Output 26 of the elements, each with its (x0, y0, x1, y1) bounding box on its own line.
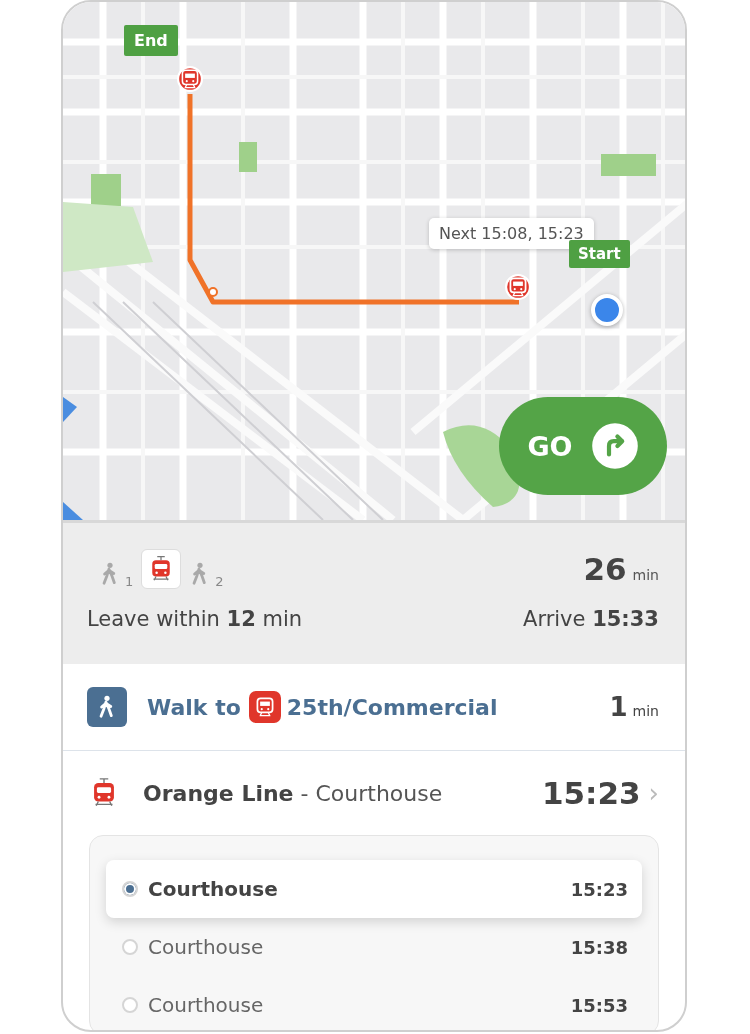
duration-unit: min (632, 567, 659, 583)
radio-button[interactable] (122, 997, 138, 1013)
departure-time: 15:23 (541, 775, 641, 811)
start-pin: Start (569, 240, 630, 268)
radio-button[interactable] (122, 939, 138, 955)
destination: Courthouse (148, 993, 264, 1017)
walk-duration: 1 (609, 692, 628, 722)
leave-text: Leave within 12 min (87, 607, 303, 631)
departure-row[interactable]: Courthouse 15:23 (106, 860, 642, 918)
walk-duration-unit: min (632, 703, 659, 719)
destination: Courthouse (148, 935, 264, 959)
arrive-text: Arrive 15:33 (523, 607, 659, 631)
departure-time: 15:53 (570, 994, 628, 1016)
stop-name: 25th/Commercial (286, 694, 498, 720)
walk-prefix: Walk to (147, 694, 241, 720)
line-title: Orange Line - Courthouse (143, 780, 443, 806)
departure-time: 15:38 (570, 936, 628, 958)
destination: Courthouse (148, 877, 278, 901)
departure-time: 15:23 (570, 878, 628, 900)
leg-count: 2 (215, 574, 224, 589)
end-pin: End (124, 25, 178, 56)
duration-value: 26 (583, 551, 627, 587)
leg-count: 1 (125, 574, 134, 589)
departure-row[interactable]: Courthouse 15:38 (106, 918, 642, 976)
departure-row[interactable]: Courthouse 15:53 (106, 976, 642, 1030)
radio-button[interactable] (122, 881, 138, 897)
